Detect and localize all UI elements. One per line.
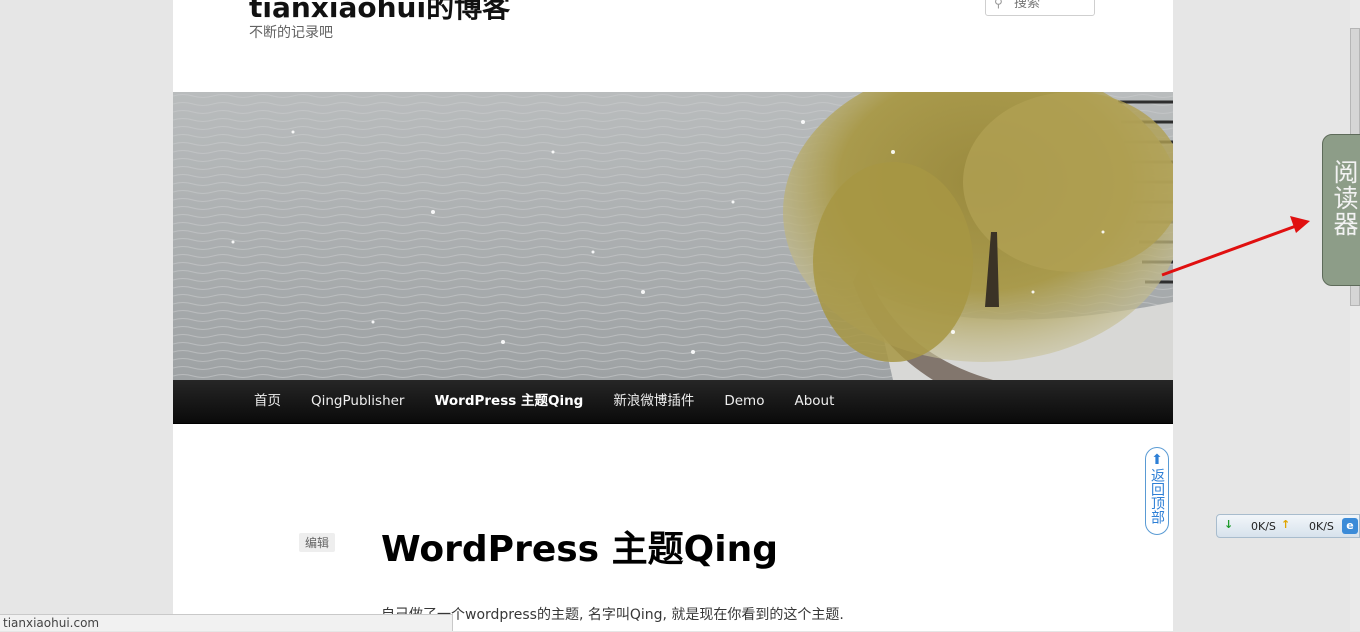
main-navigation: 首页 QingPublisher WordPress 主题Qing 新浪微博插件… [173, 380, 1173, 424]
status-bar: tianxiaohui.com [0, 614, 453, 631]
network-speed-widget[interactable]: ↓ 0K/S ↑ 0K/S e [1216, 514, 1360, 538]
blog-page: tianxiaohui的博客 不断的记录吧 ⚲ 搜索 首页 QingPublis… [173, 0, 1173, 631]
download-arrow-icon: ↓ [1224, 518, 1234, 531]
back-to-top-button[interactable]: ⬆ 返回顶部 [1145, 447, 1169, 535]
browser-icon[interactable]: e [1342, 518, 1358, 534]
nav-item-about[interactable]: About [779, 380, 849, 423]
nav-item-weibo-plugin[interactable]: 新浪微博插件 [598, 380, 709, 423]
search-icon: ⚲ [994, 0, 1003, 10]
status-url: tianxiaohui.com [3, 616, 100, 630]
site-description: 不断的记录吧 [249, 25, 333, 41]
upload-arrow-icon: ↑ [1281, 518, 1291, 531]
edit-link[interactable]: 编辑 [299, 533, 336, 552]
reader-tab-label: 阅读器 [1330, 159, 1359, 237]
download-speed: 0K/S [1251, 520, 1276, 533]
search-input[interactable] [1012, 0, 1094, 12]
nav-item-demo[interactable]: Demo [709, 380, 779, 423]
arrow-up-icon: ⬆ [1151, 451, 1163, 467]
nav-item-home[interactable]: 首页 [239, 380, 296, 423]
post-title: WordPress 主题Qing [381, 529, 778, 570]
header-image [173, 92, 1173, 380]
reader-tab[interactable]: 阅读器 [1322, 134, 1360, 286]
nav-item-wordpress-theme-qing[interactable]: WordPress 主题Qing [419, 380, 598, 423]
upload-speed: 0K/S [1309, 520, 1334, 533]
search-box[interactable]: ⚲ [985, 0, 1095, 16]
nav-item-qingpublisher[interactable]: QingPublisher [296, 380, 419, 423]
back-to-top-label: 返回顶部 [1149, 468, 1165, 524]
